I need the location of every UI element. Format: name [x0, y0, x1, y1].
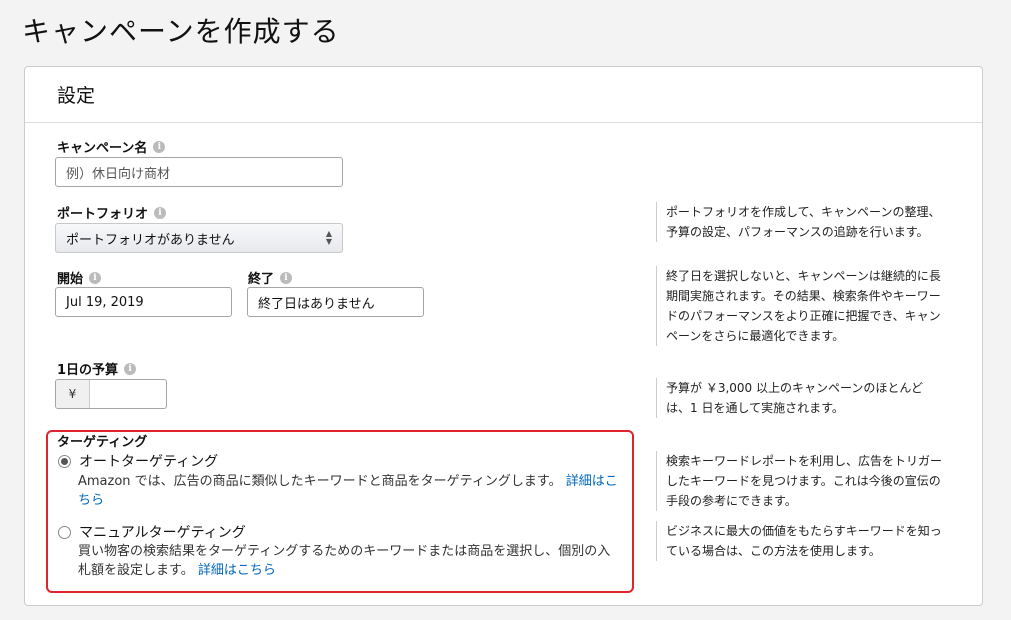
campaign-name-input[interactable]: 例）休日向け商材 — [55, 157, 343, 187]
info-icon[interactable]: i — [89, 271, 102, 284]
portfolio-help: ポートフォリオを作成して、キャンペーンの整理、予算の設定、パフォーマンスの追跡を… — [656, 202, 946, 242]
page-title: キャンペーンを作成する — [22, 15, 340, 48]
daily-budget-label: 1日の予算 i — [57, 359, 137, 378]
select-caret-icon: ▲ ▼ — [325, 229, 332, 246]
radio-button-checked[interactable] — [58, 454, 71, 468]
end-help: 終了日を選択しないと、キャンペーンは継続的に長期間実施されます。その結果、検索条… — [656, 266, 946, 346]
daily-budget-help: 予算が ￥3,000 以上のキャンペーンのほとんどは、1 日を通して実施されます… — [656, 378, 946, 418]
portfolio-select[interactable]: ポートフォリオがありません ▲ ▼ — [55, 223, 343, 253]
daily-budget-input[interactable]: ¥ — [55, 379, 167, 409]
campaign-name-label: キャンペーン名 i — [57, 137, 166, 156]
end-date-input[interactable]: 終了日はありません — [247, 287, 424, 317]
targeting-label: ターゲティング — [57, 435, 148, 450]
manual-targeting-option[interactable]: マニュアルターゲティング — [58, 522, 246, 542]
manual-targeting-learn-more-link[interactable]: 詳細はこちら — [198, 563, 276, 578]
settings-header: 設定 — [25, 67, 982, 123]
currency-symbol: ¥ — [56, 380, 90, 408]
portfolio-select-value: ポートフォリオがありません — [66, 232, 235, 248]
auto-targeting-option[interactable]: オートターゲティング — [58, 451, 218, 471]
info-icon[interactable]: i — [124, 362, 137, 375]
start-date-input[interactable]: Jul 19, 2019 — [55, 287, 232, 317]
auto-targeting-help: 検索キーワードレポートを利用し、広告をトリガーしたキーワードを見つけます。これは… — [656, 451, 946, 511]
radio-button[interactable] — [58, 525, 71, 539]
info-icon[interactable]: i — [280, 271, 293, 284]
auto-targeting-description: Amazon では、広告の商品に類似したキーワードと商品をターゲティングします。… — [78, 474, 618, 508]
info-icon[interactable]: i — [153, 140, 166, 153]
info-icon[interactable]: i — [154, 206, 167, 219]
manual-targeting-description: 買い物客の検索結果をターゲティングするためのキーワードまたは商品を選択し、個別の… — [78, 544, 611, 578]
portfolio-label: ポートフォリオ i — [57, 203, 167, 222]
auto-targeting-label: オートターゲティング — [79, 454, 219, 470]
daily-budget-field[interactable] — [90, 380, 166, 408]
start-label: 開始 i — [57, 268, 102, 287]
end-label: 終了 i — [248, 268, 293, 287]
manual-targeting-label: マニュアルターゲティング — [79, 525, 246, 541]
manual-targeting-help: ビジネスに最大の価値をもたらすキーワードを知っている場合は、この方法を使用します… — [656, 521, 946, 561]
